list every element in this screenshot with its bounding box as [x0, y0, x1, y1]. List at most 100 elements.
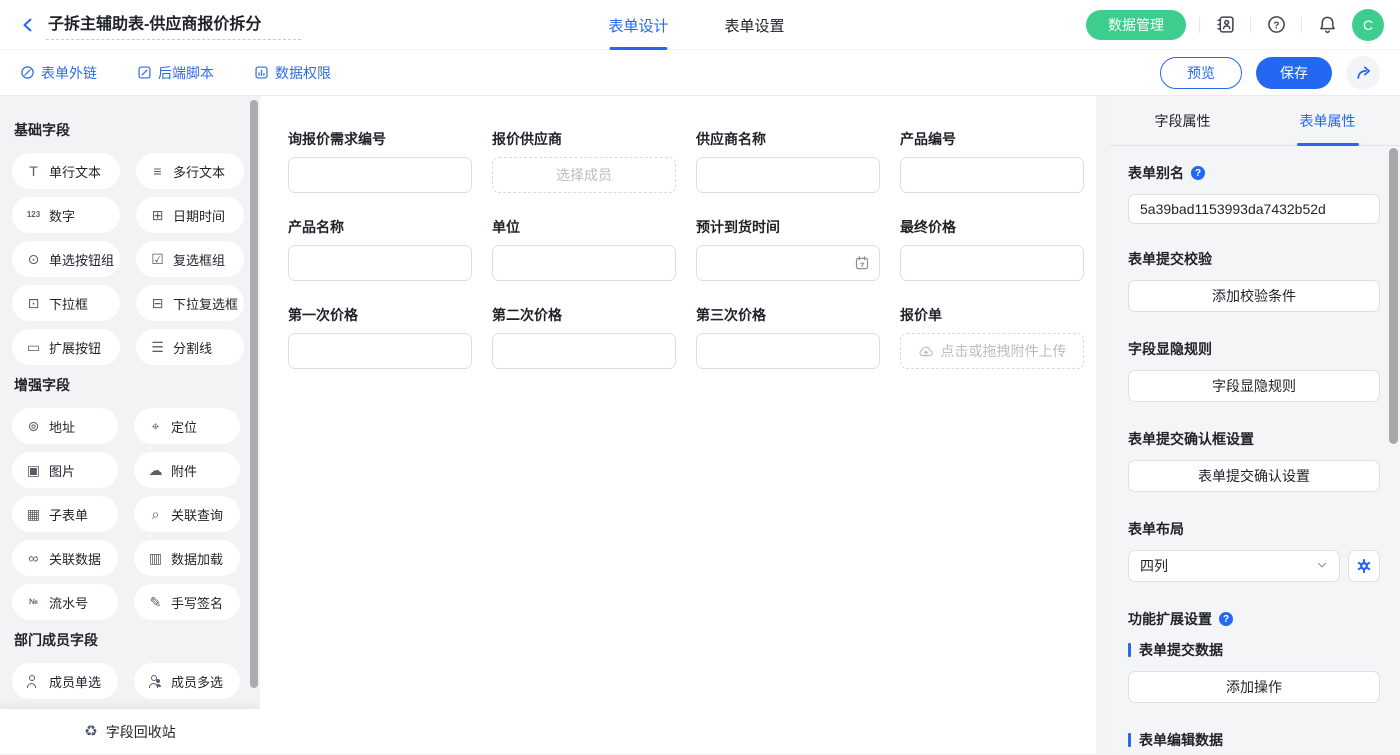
field-pill-data-load[interactable]: ▥数据加载 [134, 540, 240, 576]
form-field-quotation-upload[interactable]: 报价单点击或拖拽附件上传 [900, 305, 1084, 369]
extend-button-icon: ▭ [25, 340, 42, 354]
field-pill-label: 关联数据 [49, 549, 101, 568]
field-pill-select[interactable]: ⊡下拉框 [12, 285, 120, 321]
upload-cloud-icon [918, 343, 934, 359]
supplier-name-input[interactable] [696, 157, 880, 193]
serial-number-icon: № [25, 598, 42, 606]
field-pill-address[interactable]: ⊚地址 [12, 408, 118, 444]
form-field-product-name[interactable]: 产品名称 [288, 217, 472, 281]
inquiry-request-no-label: 询报价需求编号 [288, 129, 472, 149]
field-pill-sub-form[interactable]: ▦子表单 [12, 496, 118, 532]
field-pill-checkbox-group[interactable]: ☑复选框组 [136, 241, 244, 277]
product-name-input[interactable] [288, 245, 472, 281]
toolbar-link-data-permission[interactable]: 数据权限 [254, 63, 331, 83]
form-layout-label: 表单布局 [1128, 519, 1380, 539]
toolbar-link-form-external-link[interactable]: 表单外链 [20, 63, 97, 83]
second-price-input[interactable] [492, 333, 676, 369]
top-tab-0[interactable]: 表单设计 [608, 0, 668, 50]
member-single-icon [25, 675, 42, 688]
layout-selected-value: 四列 [1140, 556, 1168, 576]
field-pill-image[interactable]: ▣图片 [12, 452, 118, 488]
backend-script-label: 后端脚本 [158, 63, 214, 83]
product-no-input[interactable] [900, 157, 1084, 193]
add-validation-button[interactable]: 添加校验条件 [1128, 280, 1380, 312]
panel-scrollbar[interactable] [1389, 148, 1398, 444]
field-pill-handwritten-signature[interactable]: ✎手写签名 [134, 584, 240, 620]
layout-settings-button[interactable] [1348, 550, 1380, 582]
chevron-down-icon [1316, 558, 1328, 574]
help-icon[interactable]: ? [1264, 13, 1288, 37]
contact-book-icon[interactable] [1213, 13, 1237, 37]
back-button[interactable] [16, 13, 40, 37]
product-name-label: 产品名称 [288, 217, 472, 237]
field-pill-related-data[interactable]: ∞关联数据 [12, 540, 118, 576]
inquiry-request-no-input[interactable] [288, 157, 472, 193]
unit-input[interactable] [492, 245, 676, 281]
quote-supplier-picker[interactable]: 选择成员 [492, 157, 676, 193]
form-field-supplier-name[interactable]: 供应商名称 [696, 129, 880, 193]
form-alias-input[interactable]: 5a39bad1153993da7432b52d [1128, 194, 1380, 224]
form-field-expected-arrival-time[interactable]: 预计到货时间 [696, 217, 880, 281]
product-no-label: 产品编号 [900, 129, 1084, 149]
top-tab-bar: 表单设计 表单设置 [608, 0, 784, 50]
supplier-name-label: 供应商名称 [696, 129, 880, 149]
bell-icon[interactable] [1315, 13, 1339, 37]
submit-data-add-action-button[interactable]: 添加操作 [1128, 671, 1380, 703]
form-field-final-price[interactable]: 最终价格 [900, 217, 1084, 281]
field-pill-multi-line-text[interactable]: ≡多行文本 [136, 153, 244, 189]
help-badge-icon[interactable]: ? [1219, 612, 1233, 626]
field-pill-label: 分割线 [173, 338, 212, 357]
field-pill-related-query[interactable]: ⌕关联查询 [134, 496, 240, 532]
form-field-first-price[interactable]: 第一次价格 [288, 305, 472, 369]
field-pill-member-multi[interactable]: 成员多选 [134, 663, 240, 699]
form-field-third-price[interactable]: 第三次价格 [696, 305, 880, 369]
sidebar-scrollbar[interactable] [250, 100, 258, 688]
expected-arrival-time-input[interactable] [696, 245, 880, 281]
field-pill-number[interactable]: 123数字 [12, 197, 120, 233]
form-layout-select[interactable]: 四列 [1128, 550, 1340, 582]
field-pill-serial-number[interactable]: №流水号 [12, 584, 118, 620]
svg-text:?: ? [1273, 20, 1279, 31]
field-pill-divider-line[interactable]: ☰分割线 [136, 329, 244, 365]
tab-field-properties[interactable]: 字段属性 [1110, 96, 1255, 145]
field-pill-member-single[interactable]: 成员单选 [12, 663, 118, 699]
first-price-input[interactable] [288, 333, 472, 369]
field-recycle-bin[interactable]: ♻ 字段回收站 [0, 709, 260, 754]
form-title[interactable]: 子拆主辅助表-供应商报价拆分 [46, 10, 301, 40]
field-pill-multi-select[interactable]: ⊟下拉复选框 [136, 285, 244, 321]
field-pill-single-line-text[interactable]: T单行文本 [12, 153, 120, 189]
form-field-unit[interactable]: 单位 [492, 217, 676, 281]
field-pill-radio-group[interactable]: ⊙单选按钮组 [12, 241, 120, 277]
field-pill-label: 子表单 [49, 505, 88, 524]
submit-confirm-button[interactable]: 表单提交确认设置 [1128, 460, 1380, 492]
final-price-input[interactable] [900, 245, 1084, 281]
toolbar-link-backend-script[interactable]: 后端脚本 [137, 63, 214, 83]
quotation-upload-dropzone[interactable]: 点击或拖拽附件上传 [900, 333, 1084, 369]
field-pill-label: 下拉框 [49, 294, 88, 313]
share-button[interactable] [1346, 56, 1380, 90]
submit-data-subtitle: 表单提交数据 [1128, 640, 1380, 660]
field-pill-location[interactable]: ⌖定位 [134, 408, 240, 444]
top-tab-1[interactable]: 表单设置 [724, 0, 784, 50]
chevron-left-icon [20, 17, 36, 33]
avatar[interactable]: C [1352, 9, 1384, 41]
preview-button[interactable]: 预览 [1160, 57, 1242, 89]
data-manage-button[interactable]: 数据管理 [1086, 10, 1186, 40]
field-pill-attachment[interactable]: ☁附件 [134, 452, 240, 488]
help-badge-icon[interactable]: ? [1191, 166, 1205, 180]
tab-form-properties[interactable]: 表单属性 [1255, 96, 1400, 145]
submit-validation-label: 表单提交校验 [1128, 249, 1380, 269]
tool-links: 表单外链 后端脚本 数据权限 [20, 63, 371, 83]
field-pill-extend-button[interactable]: ▭扩展按钮 [12, 329, 120, 365]
third-price-input[interactable] [696, 333, 880, 369]
quote-supplier-label: 报价供应商 [492, 129, 676, 149]
form-field-second-price[interactable]: 第二次价格 [492, 305, 676, 369]
form-field-quote-supplier[interactable]: 报价供应商选择成员 [492, 129, 676, 193]
recycle-icon: ♻ [84, 724, 97, 739]
save-button[interactable]: 保存 [1256, 57, 1332, 89]
field-pill-datetime[interactable]: ⊞日期时间 [136, 197, 244, 233]
form-field-inquiry-request-no[interactable]: 询报价需求编号 [288, 129, 472, 193]
image-icon: ▣ [25, 463, 42, 477]
field-visibility-button[interactable]: 字段显隐规则 [1128, 370, 1380, 402]
form-field-product-no[interactable]: 产品编号 [900, 129, 1084, 193]
